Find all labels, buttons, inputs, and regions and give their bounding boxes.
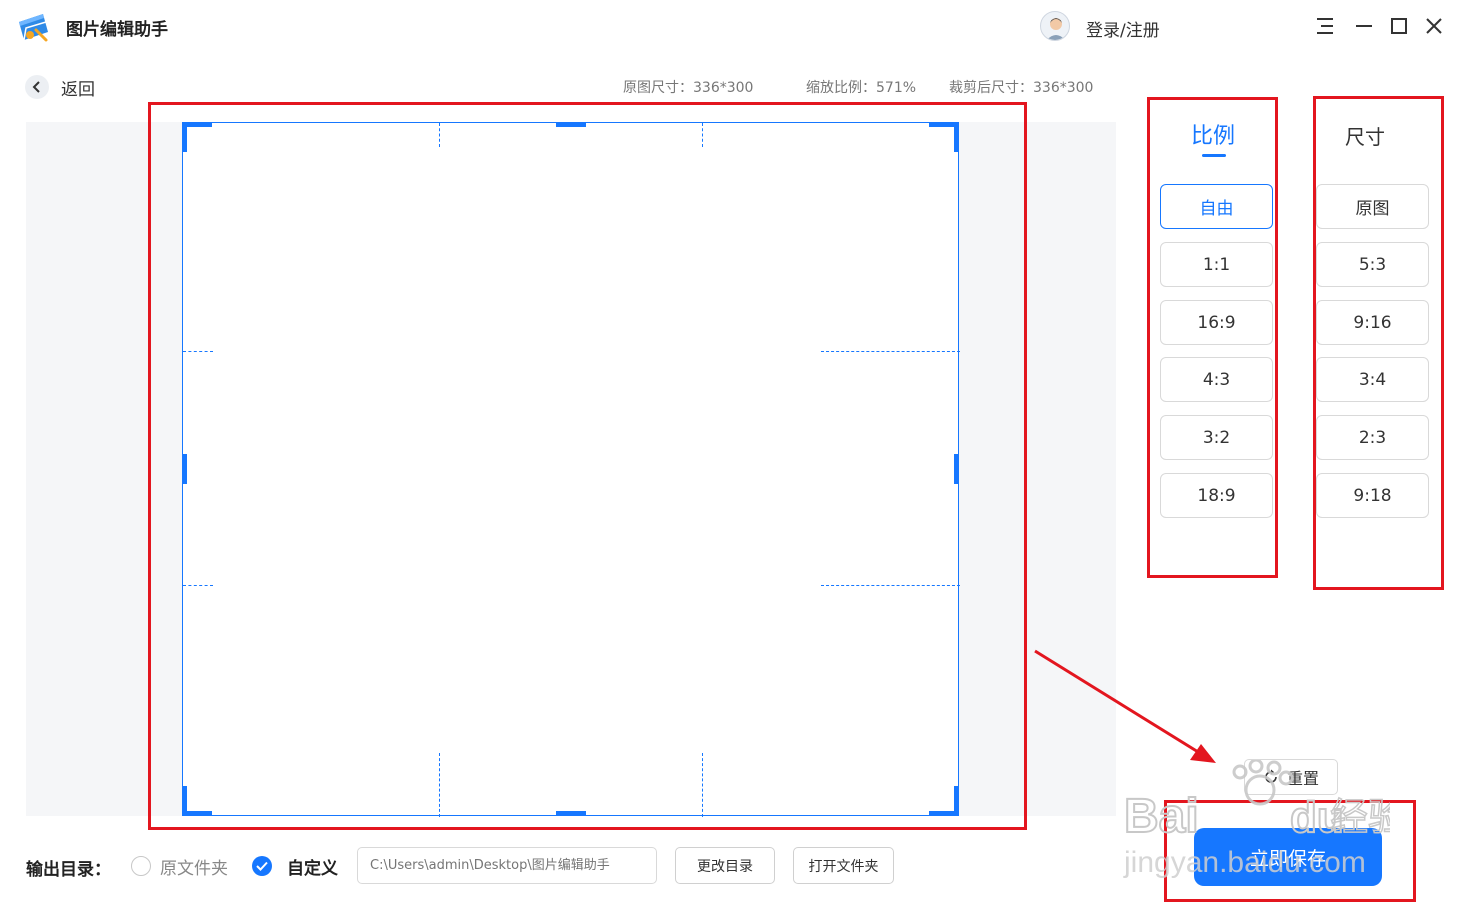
- crop-handle-left[interactable]: [182, 454, 187, 484]
- cropped-size-info: 裁剪后尺寸：336*300: [949, 80, 1094, 96]
- app-logo-icon: [19, 14, 48, 42]
- size-option-9-18[interactable]: 9:18: [1316, 473, 1429, 518]
- svg-text:Bai: Bai: [1124, 790, 1199, 843]
- maximize-button[interactable]: [1386, 13, 1412, 39]
- crop-box[interactable]: [182, 122, 960, 817]
- crop-handle-bottom-left[interactable]: [182, 786, 187, 816]
- tab-ratio-underline: [1202, 154, 1226, 157]
- guide-line: [702, 123, 703, 147]
- guide-line: [821, 351, 960, 352]
- ratio-option-free[interactable]: 自由: [1160, 184, 1273, 229]
- custom-label[interactable]: 自定义: [287, 854, 338, 879]
- app-title: 图片编辑助手: [66, 20, 168, 40]
- save-now-button[interactable]: 立即保存: [1194, 828, 1382, 886]
- ratio-option-18-9[interactable]: 18:9: [1160, 473, 1273, 518]
- tab-size[interactable]: 尺寸: [1345, 121, 1385, 150]
- tab-ratio[interactable]: 比例: [1191, 118, 1235, 150]
- original-size-info: 原图尺寸：336*300: [623, 80, 754, 96]
- close-button[interactable]: [1421, 13, 1447, 39]
- guide-line: [183, 585, 213, 586]
- crop-handle-bottom-right[interactable]: [954, 786, 959, 816]
- back-button[interactable]: 返回: [25, 73, 95, 101]
- radio-custom[interactable]: [252, 856, 272, 876]
- ratio-option-4-3[interactable]: 4:3: [1160, 357, 1273, 402]
- user-avatar-icon: [1046, 18, 1066, 40]
- radio-original-folder[interactable]: [131, 856, 151, 876]
- guide-line: [439, 123, 440, 147]
- maximize-icon: [1391, 18, 1407, 34]
- back-label: 返回: [61, 79, 95, 100]
- crop-handle-top-right[interactable]: [954, 122, 959, 152]
- ratio-option-1-1[interactable]: 1:1: [1160, 242, 1273, 287]
- guide-line: [821, 585, 960, 586]
- crop-handle-right[interactable]: [954, 454, 959, 484]
- size-option-original[interactable]: 原图: [1316, 184, 1429, 229]
- guide-line: [183, 351, 213, 352]
- size-option-2-3[interactable]: 2:3: [1316, 415, 1429, 460]
- minimize-button[interactable]: [1351, 13, 1377, 39]
- crop-handle-top-left[interactable]: [182, 122, 187, 152]
- login-register-link[interactable]: 登录/注册: [1086, 16, 1160, 41]
- reset-label: 重置: [1286, 769, 1319, 788]
- guide-line: [439, 753, 440, 817]
- ratio-option-16-9[interactable]: 16:9: [1160, 300, 1273, 345]
- crop-handle-bottom[interactable]: [556, 811, 586, 816]
- crop-handle-top[interactable]: [556, 122, 586, 127]
- minimize-icon: [1356, 25, 1372, 27]
- guide-line: [702, 753, 703, 817]
- refresh-icon: [1265, 769, 1277, 783]
- reset-button[interactable]: 重置: [1244, 759, 1338, 795]
- output-dir-label: 输出目录：: [26, 860, 111, 880]
- check-icon: [256, 861, 268, 871]
- size-option-3-4[interactable]: 3:4: [1316, 357, 1429, 402]
- avatar[interactable]: [1040, 11, 1070, 41]
- chevron-left-icon: [25, 75, 49, 99]
- menu-button[interactable]: [1312, 13, 1338, 39]
- original-folder-label[interactable]: 原文件夹: [160, 854, 228, 879]
- zoom-info: 缩放比例：571%: [806, 80, 917, 96]
- menu-icon: [1317, 18, 1333, 34]
- size-option-5-3[interactable]: 5:3: [1316, 242, 1429, 287]
- change-dir-button[interactable]: 更改目录: [675, 847, 775, 884]
- close-icon: [1426, 18, 1442, 34]
- ratio-option-3-2[interactable]: 3:2: [1160, 415, 1273, 460]
- size-option-9-16[interactable]: 9:16: [1316, 300, 1429, 345]
- open-folder-button[interactable]: 打开文件夹: [793, 847, 894, 884]
- title-bar: 图片编辑助手 登录/注册: [0, 0, 1464, 54]
- output-path-input[interactable]: [357, 847, 657, 884]
